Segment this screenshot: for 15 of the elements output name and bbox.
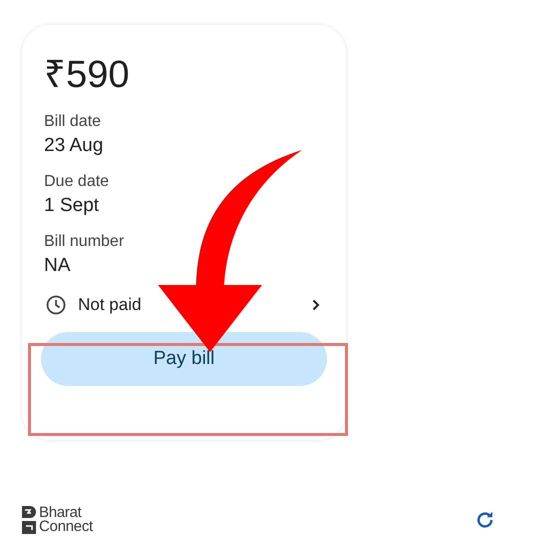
field-value: 1 Sept <box>44 194 100 218</box>
status-label: Not paid <box>78 294 142 316</box>
logo-text: Connect <box>39 520 93 534</box>
field-label: Due date <box>44 172 110 192</box>
chevron-right-icon <box>312 299 320 311</box>
logo-icon <box>22 506 36 534</box>
status-row[interactable]: Not paid <box>44 293 324 317</box>
logo-text: Bharat <box>39 506 82 520</box>
field-value: 23 Aug <box>44 134 104 158</box>
clock-icon <box>46 295 66 315</box>
pay-bill-button[interactable]: Pay bill <box>41 332 327 386</box>
bill-amount: ₹590 <box>44 53 130 97</box>
field-label: Bill number <box>44 232 126 252</box>
field-label: Bill date <box>44 112 102 132</box>
field-value: NA <box>44 254 72 278</box>
